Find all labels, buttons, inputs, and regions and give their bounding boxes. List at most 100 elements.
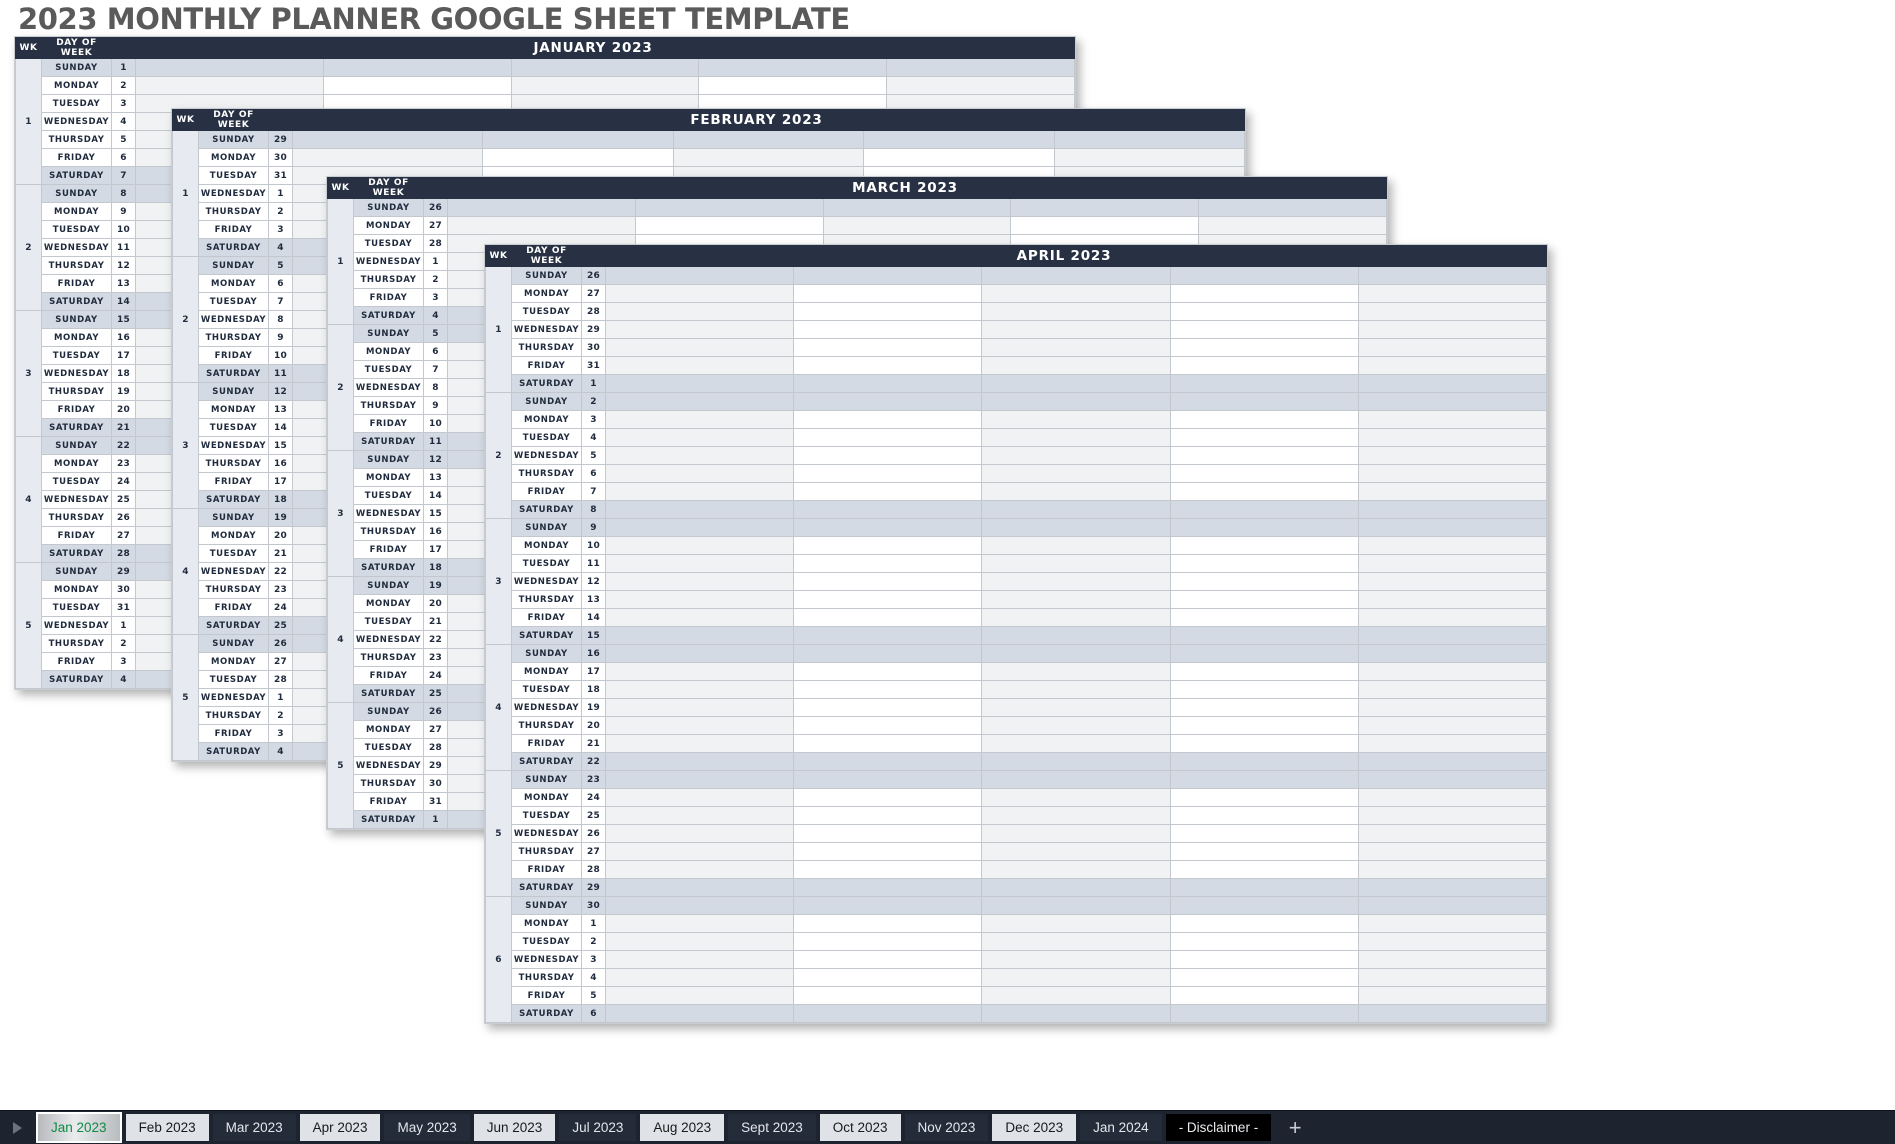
entry-cell[interactable] xyxy=(793,770,983,789)
entry-cell[interactable] xyxy=(135,76,324,95)
entry-cell[interactable] xyxy=(793,878,983,897)
entry-cell[interactable] xyxy=(1169,554,1359,573)
entry-cell[interactable] xyxy=(1357,446,1548,465)
scroll-tabs-left-button[interactable] xyxy=(0,1111,34,1144)
entry-cell[interactable] xyxy=(1198,216,1387,235)
entry-cell[interactable] xyxy=(604,284,795,303)
entry-cell[interactable] xyxy=(793,554,983,573)
entry-cell[interactable] xyxy=(1169,716,1359,735)
entry-cell[interactable] xyxy=(981,464,1171,483)
entry-cell[interactable] xyxy=(793,968,983,987)
entry-cell[interactable] xyxy=(604,338,795,357)
entry-cell[interactable] xyxy=(793,1004,983,1023)
table-row[interactable]: SATURDAY 22 xyxy=(486,752,1548,771)
entry-cell[interactable] xyxy=(604,824,795,843)
table-row[interactable]: 2 SUNDAY 2 xyxy=(485,392,1548,519)
entry-cell[interactable] xyxy=(447,198,636,217)
table-row[interactable]: THURSDAY 27 xyxy=(486,842,1548,861)
entry-cell[interactable] xyxy=(981,446,1171,465)
entry-cell[interactable] xyxy=(793,392,983,411)
entry-cell[interactable] xyxy=(793,734,983,753)
entry-cell[interactable] xyxy=(1169,482,1359,501)
entry-cell[interactable] xyxy=(1357,716,1548,735)
entry-cell[interactable] xyxy=(1357,572,1548,591)
sheet-tab-disclaimer[interactable]: - Disclaimer - xyxy=(1165,1114,1272,1141)
table-row[interactable]: TUESDAY 25 xyxy=(486,806,1548,825)
entry-cell[interactable] xyxy=(604,356,795,375)
sheet-tab-may-2023[interactable]: May 2023 xyxy=(384,1114,470,1141)
entry-cell[interactable] xyxy=(1169,968,1359,987)
entry-cell[interactable] xyxy=(672,148,865,167)
table-row[interactable]: WEDNESDAY 12 xyxy=(486,572,1548,591)
entry-cell[interactable] xyxy=(981,1004,1171,1023)
entry-cell[interactable] xyxy=(1357,950,1548,969)
entry-cell[interactable] xyxy=(793,806,983,825)
entry-cell[interactable] xyxy=(793,302,983,321)
sheet-tab-sept-2023[interactable]: Sept 2023 xyxy=(728,1114,816,1141)
entry-cell[interactable] xyxy=(793,860,983,879)
table-row[interactable]: WEDNESDAY 3 xyxy=(486,950,1548,969)
entry-cell[interactable] xyxy=(793,950,983,969)
entry-cell[interactable] xyxy=(604,608,795,627)
entry-cell[interactable] xyxy=(1169,680,1359,699)
table-row[interactable]: WEDNESDAY 26 xyxy=(486,824,1548,843)
entry-cell[interactable] xyxy=(1169,914,1359,933)
entry-cell[interactable] xyxy=(135,58,324,77)
entry-cell[interactable] xyxy=(1053,130,1246,149)
entry-cell[interactable] xyxy=(1357,392,1548,411)
entry-cell[interactable] xyxy=(1357,878,1548,897)
entry-cell[interactable] xyxy=(604,986,795,1005)
entry-cell[interactable] xyxy=(604,914,795,933)
entry-cell[interactable] xyxy=(981,662,1171,681)
entry-cell[interactable] xyxy=(886,76,1075,95)
entry-cell[interactable] xyxy=(793,374,983,393)
entry-cell[interactable] xyxy=(1169,986,1359,1005)
entry-cell[interactable] xyxy=(698,58,888,77)
table-row[interactable]: FRIDAY 5 xyxy=(486,986,1548,1005)
table-row[interactable]: MONDAY 1 xyxy=(486,914,1548,933)
table-row[interactable]: MONDAY 17 xyxy=(486,662,1548,681)
entry-cell[interactable] xyxy=(981,500,1171,519)
entry-cell[interactable] xyxy=(1357,914,1548,933)
entry-cell[interactable] xyxy=(1169,608,1359,627)
entry-cell[interactable] xyxy=(604,374,795,393)
sheet-tab-oct-2023[interactable]: Oct 2023 xyxy=(819,1114,901,1141)
entry-cell[interactable] xyxy=(1357,284,1548,303)
entry-cell[interactable] xyxy=(1357,464,1548,483)
entry-cell[interactable] xyxy=(604,518,795,537)
entry-cell[interactable] xyxy=(793,932,983,951)
sheet-tab-jul-2023[interactable]: Jul 2023 xyxy=(559,1114,637,1141)
entry-cell[interactable] xyxy=(604,428,795,447)
entry-cell[interactable] xyxy=(1357,356,1548,375)
table-row[interactable]: FRIDAY 31 xyxy=(486,356,1548,375)
entry-cell[interactable] xyxy=(1357,410,1548,429)
table-row[interactable]: SATURDAY 15 xyxy=(486,626,1548,645)
table-row[interactable]: THURSDAY 20 xyxy=(486,716,1548,735)
entry-cell[interactable] xyxy=(793,446,983,465)
entry-cell[interactable] xyxy=(1010,198,1200,217)
entry-cell[interactable] xyxy=(1169,896,1359,915)
entry-cell[interactable] xyxy=(793,464,983,483)
entry-cell[interactable] xyxy=(1169,590,1359,609)
entry-cell[interactable] xyxy=(604,446,795,465)
entry-cell[interactable] xyxy=(672,130,865,149)
entry-cell[interactable] xyxy=(981,356,1171,375)
entry-cell[interactable] xyxy=(604,266,795,285)
entry-cell[interactable] xyxy=(1357,266,1548,285)
entry-cell[interactable] xyxy=(981,644,1171,663)
add-sheet-button[interactable]: + xyxy=(1275,1114,1315,1141)
entry-cell[interactable] xyxy=(1357,320,1548,339)
entry-cell[interactable] xyxy=(793,986,983,1005)
entry-cell[interactable] xyxy=(981,266,1171,285)
entry-cell[interactable] xyxy=(604,464,795,483)
table-row[interactable]: 4 SUNDAY 16 xyxy=(485,644,1548,771)
entry-cell[interactable] xyxy=(981,860,1171,879)
entry-cell[interactable] xyxy=(1357,482,1548,501)
entry-cell[interactable] xyxy=(447,216,636,235)
entry-cell[interactable] xyxy=(1357,806,1548,825)
entry-cell[interactable] xyxy=(793,338,983,357)
entry-cell[interactable] xyxy=(604,842,795,861)
entry-cell[interactable] xyxy=(1357,536,1548,555)
entry-cell[interactable] xyxy=(1169,860,1359,879)
entry-cell[interactable] xyxy=(604,320,795,339)
